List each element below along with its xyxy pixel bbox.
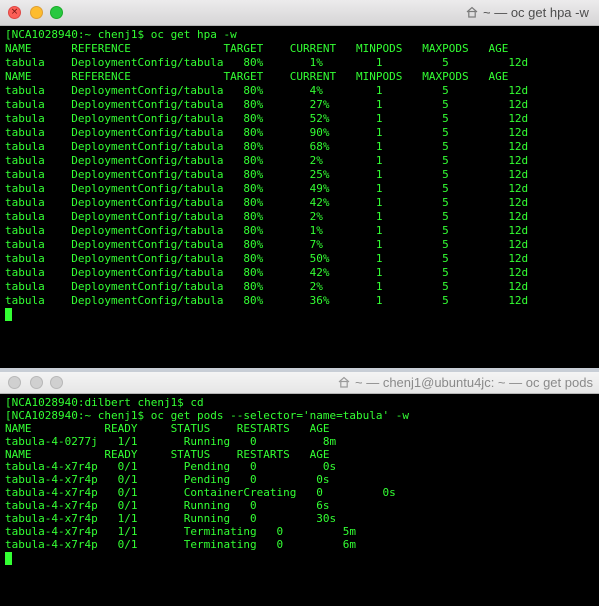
house-icon xyxy=(466,6,478,18)
terminal-line: tabula DeploymentConfig/tabula 80% 36% 1… xyxy=(5,294,529,307)
terminal-line: [NCA1028940:~ chenj1$ oc get hpa -w xyxy=(5,28,237,41)
terminal-line: tabula DeploymentConfig/tabula 80% 49% 1… xyxy=(5,182,529,195)
window-title: ~ — chenj1@ubuntu4jc: ~ — oc get pods xyxy=(338,372,593,394)
minimize-icon[interactable] xyxy=(30,376,43,389)
terminal-line: tabula DeploymentConfig/tabula 80% 1% 1 … xyxy=(5,56,529,69)
terminal-line: tabula DeploymentConfig/tabula 80% 52% 1… xyxy=(5,112,529,125)
terminal-line: tabula DeploymentConfig/tabula 80% 1% 1 … xyxy=(5,224,529,237)
close-icon[interactable] xyxy=(8,376,21,389)
terminal-output[interactable]: [NCA1028940:dilbert chenj1$ cd [NCA102894… xyxy=(0,394,599,565)
terminal-line: tabula DeploymentConfig/tabula 80% 68% 1… xyxy=(5,140,529,153)
maximize-icon[interactable] xyxy=(50,376,63,389)
terminal-output[interactable]: [NCA1028940:~ chenj1$ oc get hpa -w NAME … xyxy=(0,26,599,322)
terminal-line: NAME REFERENCE TARGET CURRENT MINPODS MA… xyxy=(5,70,509,83)
terminal-line: tabula DeploymentConfig/tabula 80% 42% 1… xyxy=(5,196,529,209)
terminal-line: tabula DeploymentConfig/tabula 80% 2% 1 … xyxy=(5,210,529,223)
terminal-line: tabula DeploymentConfig/tabula 80% 42% 1… xyxy=(5,266,529,279)
terminal-line: [NCA1028940:dilbert chenj1$ cd xyxy=(5,396,204,409)
house-icon xyxy=(338,376,350,388)
terminal-line: tabula-4-0277j 1/1 Running 0 8m xyxy=(5,434,337,448)
terminal-line: tabula DeploymentConfig/tabula 80% 25% 1… xyxy=(5,168,529,181)
terminal-line: tabula-4-x7r4p 1/1 Terminating 0 5m xyxy=(5,524,356,538)
terminal-line: NAME REFERENCE TARGET CURRENT MINPODS MA… xyxy=(5,42,509,55)
window-title-text: ~ — oc get hpa -w xyxy=(483,5,589,20)
terminal-line: tabula DeploymentConfig/tabula 80% 90% 1… xyxy=(5,126,529,139)
terminal-line: tabula DeploymentConfig/tabula 80% 2% 1 … xyxy=(5,154,529,167)
terminal-prompt-line[interactable] xyxy=(5,308,599,322)
terminal-window-hpa[interactable]: × ~ — oc get hpa -w [NCA1028940:~ chenj1… xyxy=(0,0,599,368)
terminal-prompt-line[interactable] xyxy=(5,551,599,565)
terminal-line: tabula DeploymentConfig/tabula 80% 7% 1 … xyxy=(5,238,529,251)
terminal-window-pods[interactable]: ~ — chenj1@ubuntu4jc: ~ — oc get pods [N… xyxy=(0,372,599,606)
terminal-line: tabula DeploymentConfig/tabula 80% 50% 1… xyxy=(5,252,529,265)
terminal-cursor xyxy=(5,308,12,321)
window-title: ~ — oc get hpa -w xyxy=(466,0,589,26)
terminal-line: tabula-4-x7r4p 0/1 Terminating 0 6m xyxy=(5,537,356,551)
terminal-line: [NCA1028940:~ chenj1$ oc get pods --sele… xyxy=(5,408,409,422)
window-titlebar[interactable]: ~ — chenj1@ubuntu4jc: ~ — oc get pods xyxy=(0,372,599,394)
window-titlebar[interactable]: × ~ — oc get hpa -w xyxy=(0,0,599,26)
terminal-line: NAME READY STATUS RESTARTS AGE xyxy=(5,421,330,435)
close-icon[interactable]: × xyxy=(8,6,21,19)
window-title-text: ~ — chenj1@ubuntu4jc: ~ — oc get pods xyxy=(355,375,593,390)
maximize-icon[interactable] xyxy=(50,6,63,19)
terminal-line: tabula-4-x7r4p 1/1 Running 0 30s xyxy=(5,512,337,526)
terminal-cursor xyxy=(5,551,12,565)
terminal-line: tabula DeploymentConfig/tabula 80% 4% 1 … xyxy=(5,84,529,97)
minimize-icon[interactable] xyxy=(30,6,43,19)
terminal-line: tabula DeploymentConfig/tabula 80% 2% 1 … xyxy=(5,280,529,293)
terminal-line: tabula DeploymentConfig/tabula 80% 27% 1… xyxy=(5,98,529,111)
